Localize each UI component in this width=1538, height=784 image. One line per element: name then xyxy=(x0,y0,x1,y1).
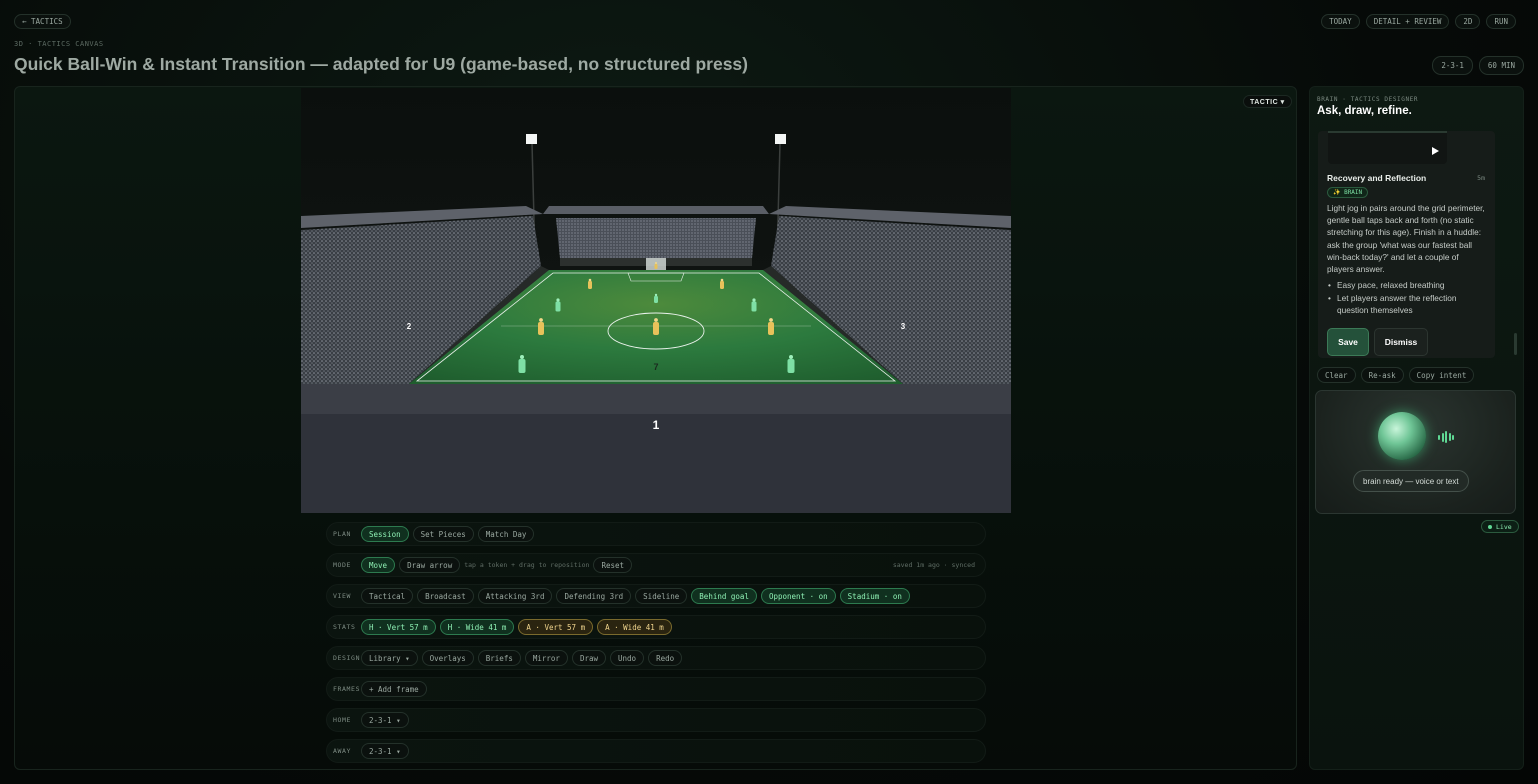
view-row: VIEW Tactical Broadcast Attacking 3rd De… xyxy=(326,584,986,608)
design-row: DESIGN Library ▾ Overlays Briefs Mirror … xyxy=(326,646,986,670)
waveform-icon xyxy=(1438,431,1454,443)
drill-card: Recovery and Reflection 5m ✨ BRAIN Light… xyxy=(1318,131,1495,358)
copy-intent-button[interactable]: Copy intent xyxy=(1408,367,1475,383)
draw-button[interactable]: Draw xyxy=(571,650,607,666)
home-row: HOME 2-3-1 ▾ xyxy=(326,708,986,732)
mode-hint: tap a token + drag to reposition xyxy=(464,561,590,569)
page-title: Quick Ball-Win & Instant Transition — ad… xyxy=(14,54,748,74)
drill-bullet: Easy pace, relaxed breathing xyxy=(1327,279,1487,291)
view-tactical-option[interactable]: Tactical xyxy=(361,588,414,604)
brain-scrollbar[interactable] xyxy=(1514,333,1517,355)
save-button[interactable]: Save xyxy=(1327,328,1369,356)
play-icon[interactable] xyxy=(1432,147,1439,155)
re-ask-button[interactable]: Re-ask xyxy=(1360,367,1404,383)
tactic-dropdown[interactable]: TACTIC ▾ xyxy=(1243,95,1292,108)
back-to-tactics-link[interactable]: ← TACTICS xyxy=(14,14,71,29)
plan-match-day-option[interactable]: Match Day xyxy=(477,526,535,542)
breadcrumb: 3D · TACTICS CANVAS xyxy=(14,40,104,48)
2d-button[interactable]: 2D xyxy=(1455,14,1481,29)
opponent-toggle[interactable]: Opponent · on xyxy=(760,588,836,604)
dismiss-button[interactable]: Dismiss xyxy=(1374,328,1428,356)
brain-actions: Clear Re-ask Copy intent xyxy=(1317,367,1475,383)
brain-kicker: BRAIN · TACTICS DESIGNER xyxy=(1317,96,1419,103)
design-label: DESIGN xyxy=(333,654,361,662)
stand-label-left: 2 xyxy=(407,322,412,331)
overlays-button[interactable]: Overlays xyxy=(421,650,474,666)
live-label: Live xyxy=(1496,522,1512,531)
stats-row: STATS H · Vert 57 m H · Wide 41 m A · Ve… xyxy=(326,615,986,639)
plan-set-pieces-option[interactable]: Set Pieces xyxy=(412,526,474,542)
view-label: VIEW xyxy=(333,592,352,600)
drill-description: Light jog in pairs around the grid perim… xyxy=(1327,203,1485,275)
top-nav: TODAY DETAIL + REVIEW 2D RUN xyxy=(1321,14,1516,29)
view-defending-third-option[interactable]: Defending 3rd xyxy=(556,588,632,604)
formation-tag: 2-3-1 xyxy=(1432,56,1473,75)
library-dropdown[interactable]: Library ▾ xyxy=(361,650,418,666)
stadium-toggle[interactable]: Stadium · on xyxy=(839,588,910,604)
mode-label: MODE xyxy=(333,561,352,569)
add-frame-button[interactable]: + Add frame xyxy=(361,681,427,697)
drill-heading: Recovery and Reflection xyxy=(1327,173,1427,183)
detail-review-button[interactable]: DETAIL + REVIEW xyxy=(1365,14,1450,29)
mode-draw-arrow-option[interactable]: Draw arrow xyxy=(399,557,461,573)
today-button[interactable]: TODAY xyxy=(1321,14,1360,29)
view-behind-goal-option[interactable]: Behind goal xyxy=(691,588,757,604)
home-formation-select[interactable]: 2-3-1 ▾ xyxy=(361,712,409,728)
brain-title: Ask, draw, refine. xyxy=(1317,105,1412,117)
frames-row: FRAMES + Add frame xyxy=(326,677,986,701)
plan-label: PLAN xyxy=(333,530,352,538)
mirror-button[interactable]: Mirror xyxy=(524,650,568,666)
live-dot-icon xyxy=(1488,524,1492,529)
away-width-stat: A · Wide 41 m xyxy=(597,619,672,635)
undo-button[interactable]: Undo xyxy=(610,650,645,666)
stand-label-right: 3 xyxy=(901,322,906,331)
mode-row: MODE Move Draw arrow tap a token + drag … xyxy=(326,553,986,577)
view-sideline-option[interactable]: Sideline xyxy=(635,588,688,604)
run-button[interactable]: RUN xyxy=(1486,14,1516,29)
away-vertical-stat: A · Vert 57 m xyxy=(518,619,594,635)
view-broadcast-option[interactable]: Broadcast xyxy=(417,588,474,604)
away-label: AWAY xyxy=(333,747,352,755)
drill-duration: 5m xyxy=(1477,174,1485,182)
away-formation-select[interactable]: 2-3-1 ▾ xyxy=(361,743,409,759)
redo-button[interactable]: Redo xyxy=(648,650,683,666)
duration-tag: 60 MIN xyxy=(1478,56,1524,75)
clear-button[interactable]: Clear xyxy=(1317,367,1356,383)
stadium-3d-view[interactable]: 1 2 3 7 xyxy=(301,88,1011,513)
drill-bullet: Let players answer the reflection questi… xyxy=(1327,292,1487,316)
stadium-render: 1 2 3 7 xyxy=(301,88,1011,513)
home-label: HOME xyxy=(333,716,352,724)
stand-label-bottom: 1 xyxy=(653,418,660,432)
drill-video[interactable] xyxy=(1328,131,1447,164)
stats-label: STATS xyxy=(333,623,356,631)
session-tags: 2-3-1 60 MIN xyxy=(1432,56,1524,75)
home-vertical-stat: H · Vert 57 m xyxy=(361,619,436,635)
field-label: 7 xyxy=(653,362,658,372)
reset-button[interactable]: Reset xyxy=(593,557,633,573)
live-indicator: Live xyxy=(1481,520,1519,533)
voice-input-panel: brain ready — voice or text xyxy=(1315,390,1516,514)
frames-label: FRAMES xyxy=(333,685,361,693)
sync-status: saved 1m ago · synced xyxy=(892,561,975,569)
home-width-stat: H · Wide 41 m xyxy=(439,619,515,635)
view-attacking-third-option[interactable]: Attacking 3rd xyxy=(477,588,553,604)
plan-row: PLAN Session Set Pieces Match Day xyxy=(326,522,986,546)
voice-orb-icon[interactable] xyxy=(1378,412,1426,460)
mode-move-option[interactable]: Move xyxy=(361,557,396,573)
briefs-button[interactable]: Briefs xyxy=(477,650,521,666)
voice-status: brain ready — voice or text xyxy=(1353,470,1469,492)
away-row: AWAY 2-3-1 ▾ xyxy=(326,739,986,763)
plan-session-option[interactable]: Session xyxy=(361,526,409,542)
drill-bullets: Easy pace, relaxed breathing Let players… xyxy=(1327,279,1487,318)
brain-badge: ✨ BRAIN xyxy=(1327,187,1369,198)
